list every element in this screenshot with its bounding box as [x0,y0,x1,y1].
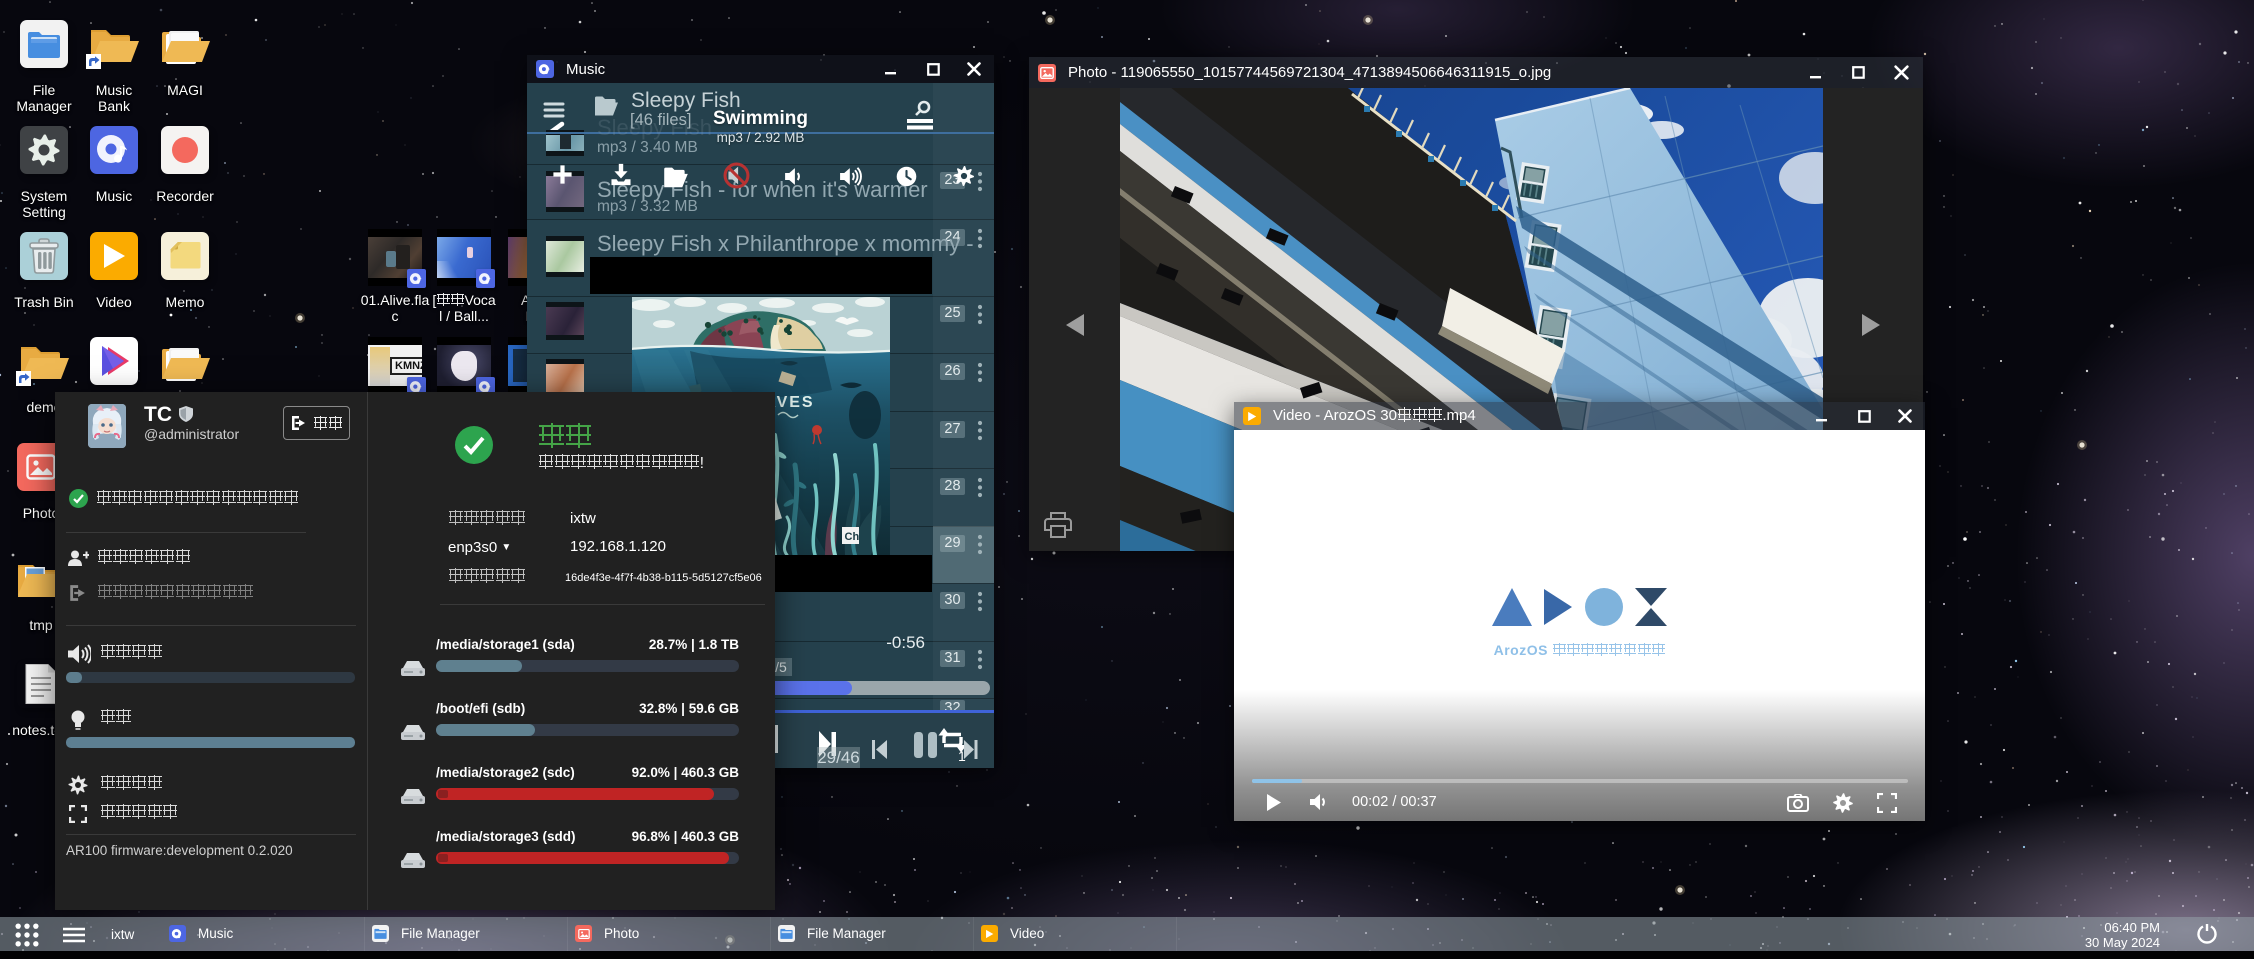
svg-text:Ch: Ch [845,531,860,543]
